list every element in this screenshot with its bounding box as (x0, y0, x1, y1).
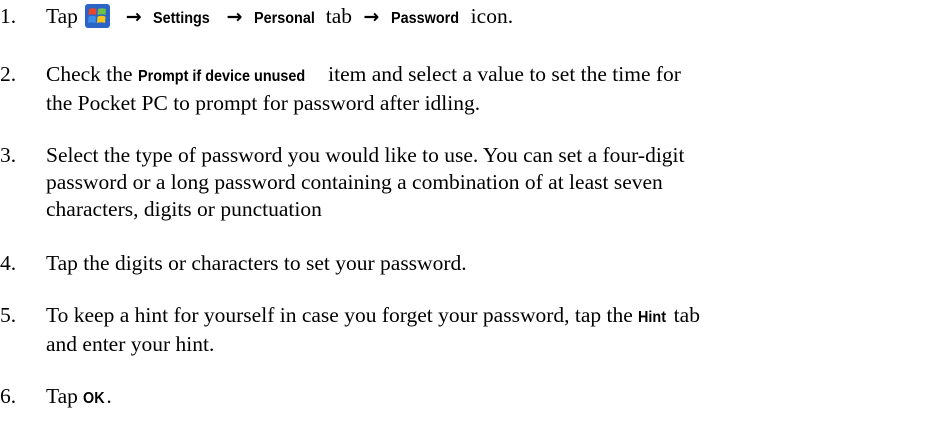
text-run: item and select a value to set the time … (328, 62, 681, 86)
text-run: password or a long password containing a… (46, 170, 663, 194)
text-run: Tap the digits or characters to set your… (46, 251, 467, 275)
step-text: Tap → Settings → Personal tab → Password… (46, 3, 943, 32)
step-text: Tap the digits or characters to set your… (46, 250, 943, 277)
arrow-right-icon: → (125, 6, 142, 28)
arrow-right-icon: → (226, 6, 243, 28)
hint-label: Hint (638, 309, 667, 326)
windows-start-icon (85, 4, 111, 28)
step-number: 1. (0, 4, 17, 28)
step-text: Select the type of password you would li… (46, 142, 943, 223)
text-run: tab (673, 303, 700, 327)
icon-word: icon. (470, 4, 514, 28)
text-run: Tap (46, 384, 78, 408)
step-number: 2. (0, 62, 17, 86)
personal-label: Personal (253, 10, 315, 27)
step-number: 3. (0, 143, 17, 167)
settings-label: Settings (152, 10, 210, 27)
arrow-right-icon: → (363, 6, 380, 28)
step-number: 6. (0, 384, 17, 408)
text-run: . (106, 384, 112, 408)
text-run: and enter your hint. (46, 332, 215, 356)
step-lead-text: Tap (46, 4, 78, 28)
text-run: Select the type of password you would li… (46, 143, 685, 167)
step-text: Check the Prompt if device unused item a… (46, 61, 943, 117)
password-label: Password (390, 10, 459, 27)
prompt-if-device-unused-label: Prompt if device unused (137, 68, 306, 85)
step-text: To keep a hint for yourself in case you … (46, 302, 943, 358)
text-run: To keep a hint for yourself in case you … (46, 303, 633, 327)
text-run: characters, digits or punctuation (46, 197, 322, 221)
tab-word: tab (325, 4, 353, 28)
step-number: 5. (0, 303, 17, 327)
text-run: Check the (46, 62, 133, 86)
step-text: Tap OK. (46, 383, 943, 412)
text-run: the Pocket PC to prompt for password aft… (46, 91, 481, 115)
step-number: 4. (0, 251, 17, 275)
ok-label: OK (83, 390, 105, 407)
